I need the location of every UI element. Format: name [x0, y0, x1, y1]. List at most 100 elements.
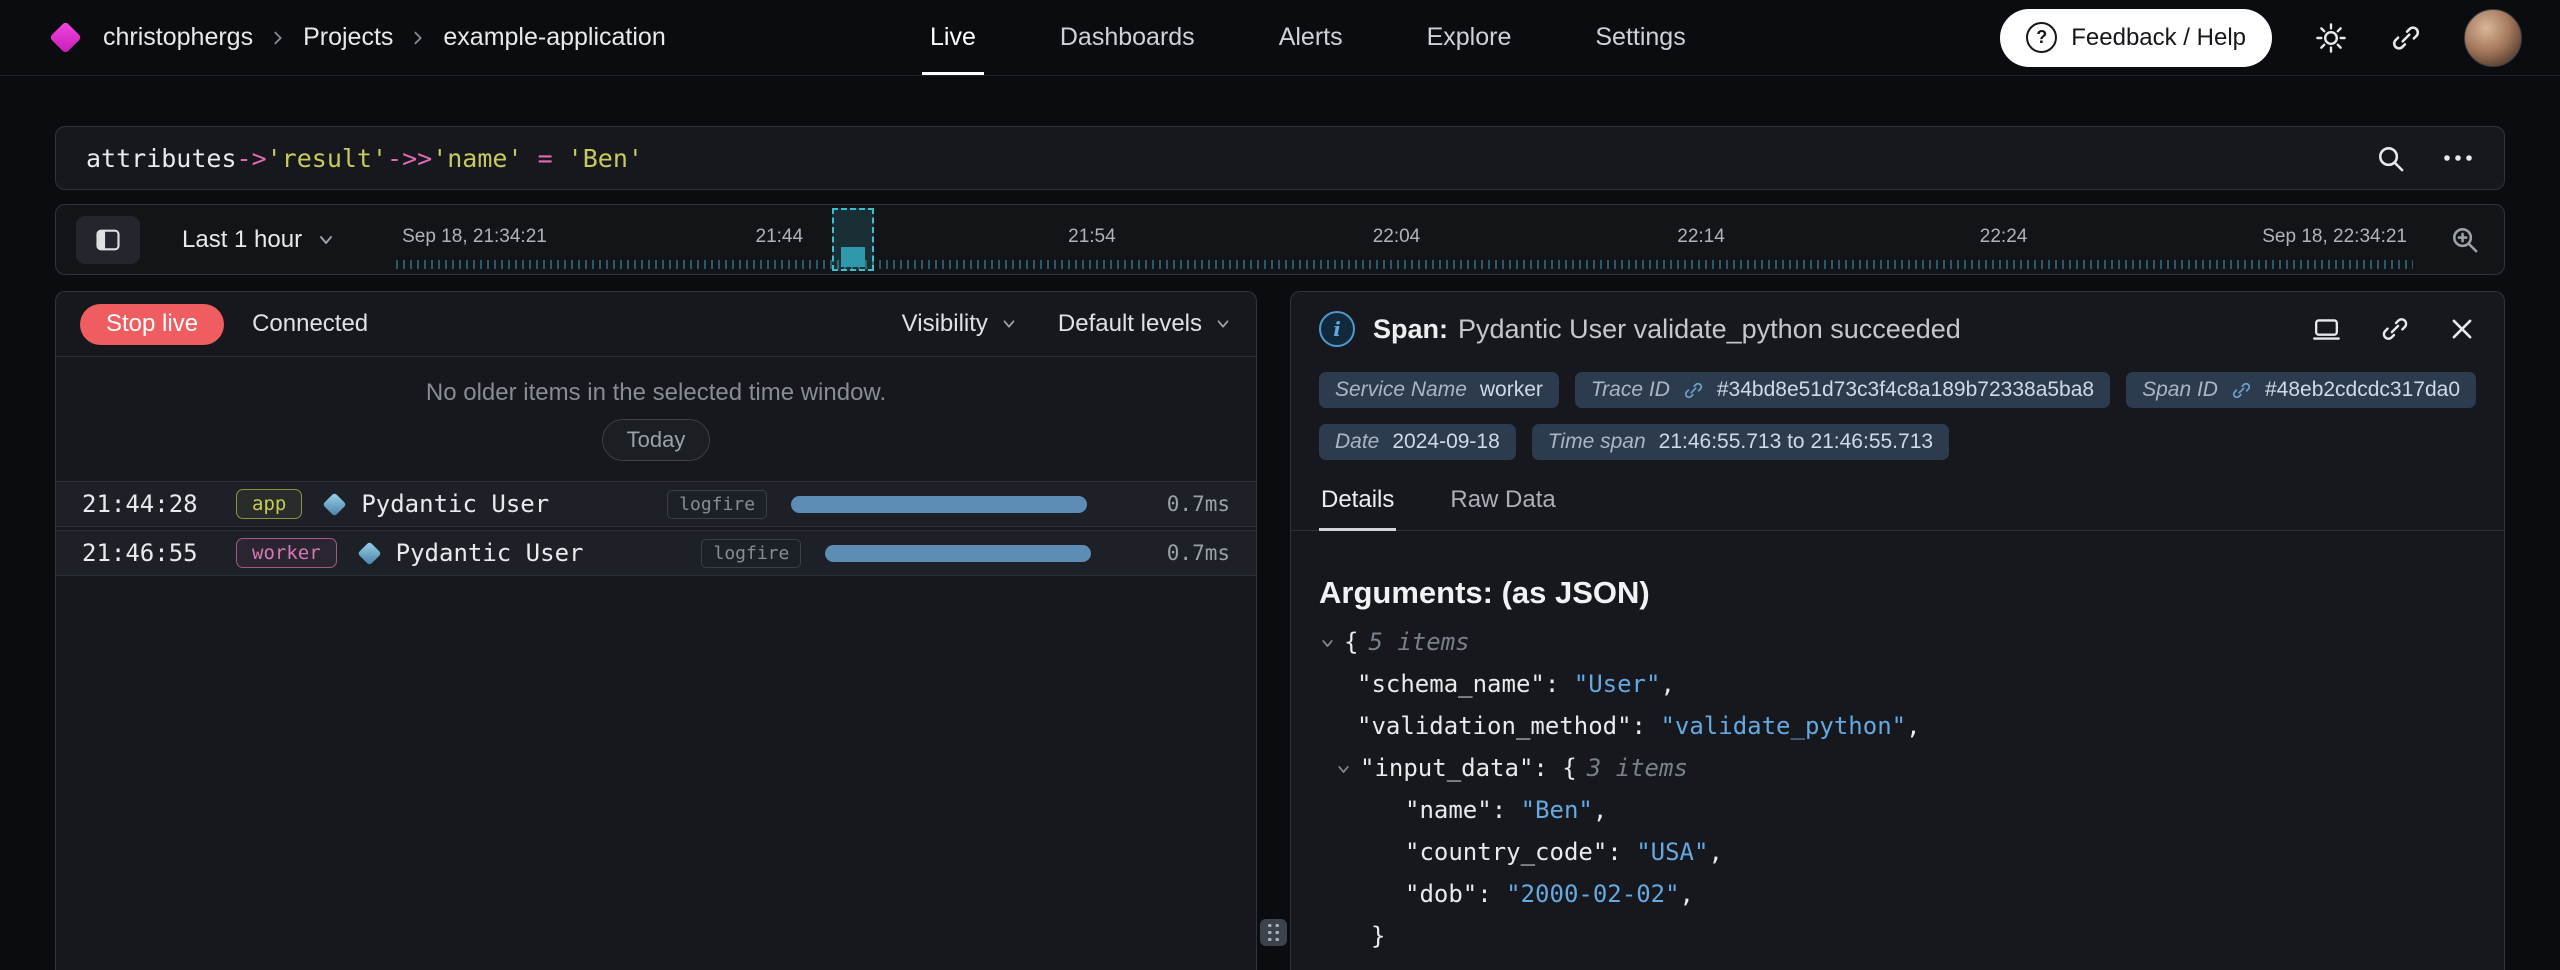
- json-colon: :: [1632, 712, 1661, 740]
- span-detail-panel: i Span:Pydantic User validate_python suc…: [1290, 291, 2505, 970]
- json-comma: ,: [1660, 670, 1674, 698]
- chip-label: Trace ID: [1591, 378, 1670, 402]
- tab-live[interactable]: Live: [930, 0, 976, 75]
- time-axis-label: Sep 18, 22:34:21: [2262, 226, 2407, 248]
- panel-resize-handle[interactable]: [1260, 919, 1287, 946]
- span-detail-header: i Span:Pydantic User validate_python suc…: [1291, 292, 2504, 366]
- log-row[interactable]: 21:44:28 app Pydantic User logfire 0.7ms: [56, 481, 1256, 527]
- timeline-histogram-bar: [841, 247, 866, 267]
- log-scope-tag: logfire: [667, 490, 767, 519]
- log-message: Pydantic User: [396, 539, 584, 567]
- collapse-caret-icon[interactable]: [1335, 761, 1352, 778]
- chip-value: 21:46:55.713 to 21:46:55.713: [1659, 430, 1933, 454]
- time-range-selector[interactable]: Last 1 hour: [182, 226, 336, 254]
- timeline-region[interactable]: Sep 18, 21:34:21 21:44 21:54 22:04 22:14…: [396, 205, 2413, 274]
- query-field: attributes: [86, 144, 237, 173]
- today-button[interactable]: Today: [602, 419, 711, 461]
- query-string: 'result': [267, 144, 387, 173]
- json-key: "country_code": [1405, 838, 1607, 866]
- tab-settings[interactable]: Settings: [1595, 0, 1685, 75]
- chip-value: worker: [1480, 378, 1543, 402]
- top-nav: christophergs Projects example-applicati…: [0, 0, 2560, 76]
- json-colon: :: [1545, 670, 1574, 698]
- json-comma: ,: [1680, 880, 1694, 908]
- json-line: "schema_name": "User",: [1319, 663, 2476, 705]
- span-link-icon[interactable]: [2231, 380, 2252, 401]
- arguments-heading: Arguments: (as JSON): [1319, 575, 2476, 611]
- theme-brightness-icon[interactable]: [2314, 21, 2348, 55]
- default-levels-dropdown[interactable]: Default levels: [1058, 310, 1232, 338]
- log-tag: app: [236, 489, 302, 519]
- tab-dashboards[interactable]: Dashboards: [1060, 0, 1195, 75]
- breadcrumb-project[interactable]: example-application: [443, 23, 665, 52]
- user-avatar[interactable]: [2464, 9, 2522, 67]
- time-axis-label: 22:04: [1373, 226, 1421, 248]
- trace-link-icon[interactable]: [1683, 380, 1704, 401]
- span-kind-icon: [357, 541, 381, 565]
- time-axis-label: 22:24: [1980, 226, 2028, 248]
- json-colon: :: [1477, 880, 1506, 908]
- visibility-dropdown[interactable]: Visibility: [902, 310, 1018, 338]
- share-link-icon[interactable]: [2390, 22, 2422, 54]
- json-line: {5 items: [1319, 621, 2476, 663]
- json-brace: {: [1344, 628, 1358, 656]
- chip-value: #48eb2cdcdc317da0: [2265, 378, 2460, 402]
- timeline-selection[interactable]: [832, 208, 874, 271]
- tab-raw-data[interactable]: Raw Data: [1448, 486, 1557, 531]
- connection-status: Connected: [252, 310, 368, 338]
- json-key: "input_data": [1360, 754, 1533, 782]
- query-input[interactable]: attributes->'result'->>'name' = 'Ben': [86, 144, 2375, 173]
- log-tag: worker: [236, 538, 337, 568]
- json-comma: ,: [1906, 712, 1920, 740]
- span-title: Span:Pydantic User validate_python succe…: [1373, 314, 1961, 345]
- feedback-help-button[interactable]: ? Feedback / Help: [2000, 9, 2272, 67]
- zoom-icon[interactable]: [2443, 223, 2486, 256]
- span-duration-bar: [791, 496, 1120, 513]
- breadcrumb-projects[interactable]: Projects: [303, 23, 393, 52]
- log-scope-tag: logfire: [701, 539, 801, 568]
- arguments-json-tree: {5 items "schema_name": "User", "validat…: [1319, 621, 2476, 957]
- json-line: }: [1319, 915, 2476, 957]
- chip-date: Date 2024-09-18: [1319, 424, 1516, 460]
- logfire-app: christophergs Projects example-applicati…: [0, 0, 2560, 970]
- chevron-right-icon: [409, 29, 427, 47]
- collapse-caret-icon[interactable]: [1319, 635, 1336, 652]
- main-content: Stop live Connected Visibility Default l…: [55, 291, 2505, 970]
- json-line: "country_code": "USA",: [1319, 831, 2476, 873]
- log-row[interactable]: 21:46:55 worker Pydantic User logfire 0.…: [56, 530, 1256, 576]
- log-time: 21:46:55: [82, 539, 214, 567]
- log-list: 21:44:28 app Pydantic User logfire 0.7ms…: [56, 481, 1256, 576]
- time-axis-label: Sep 18, 21:34:21: [402, 226, 547, 248]
- breadcrumb-org[interactable]: christophergs: [103, 23, 253, 52]
- tab-explore[interactable]: Explore: [1427, 0, 1512, 75]
- tab-details[interactable]: Details: [1319, 486, 1396, 531]
- json-brace: {: [1562, 754, 1576, 782]
- empty-window-message: No older items in the selected time wind…: [56, 379, 1256, 407]
- json-comma: ,: [1593, 796, 1607, 824]
- more-options-icon[interactable]: [2442, 153, 2474, 163]
- query-bar: attributes->'result'->>'name' = 'Ben': [55, 126, 2505, 190]
- json-key: "dob": [1405, 880, 1477, 908]
- feedback-help-label: Feedback / Help: [2071, 24, 2246, 52]
- log-time: 21:44:28: [82, 490, 214, 518]
- log-duration: 0.7ms: [1144, 492, 1230, 516]
- stop-live-button[interactable]: Stop live: [80, 304, 224, 345]
- chevron-down-icon: [1000, 315, 1018, 333]
- chevron-down-icon: [316, 230, 336, 250]
- tab-alerts[interactable]: Alerts: [1279, 0, 1343, 75]
- json-value: "Ben": [1521, 796, 1593, 824]
- dock-panel-icon[interactable]: [2311, 314, 2342, 345]
- log-message: Pydantic User: [361, 490, 549, 518]
- json-comma: ,: [1708, 838, 1722, 866]
- chip-service-name: Service Name worker: [1319, 372, 1559, 408]
- search-icon[interactable]: [2375, 143, 2406, 174]
- span-name: Pydantic User validate_python succeeded: [1458, 314, 1961, 344]
- logfire-logo-icon[interactable]: [49, 21, 82, 54]
- close-icon[interactable]: [2448, 315, 2476, 343]
- help-icon: ?: [2026, 22, 2057, 53]
- copy-link-icon[interactable]: [2380, 314, 2410, 344]
- nav-right-cluster: ? Feedback / Help: [2000, 0, 2522, 75]
- query-string: 'Ben': [568, 144, 643, 173]
- sidebar-toggle-icon[interactable]: [76, 216, 140, 264]
- chip-label: Date: [1335, 430, 1379, 454]
